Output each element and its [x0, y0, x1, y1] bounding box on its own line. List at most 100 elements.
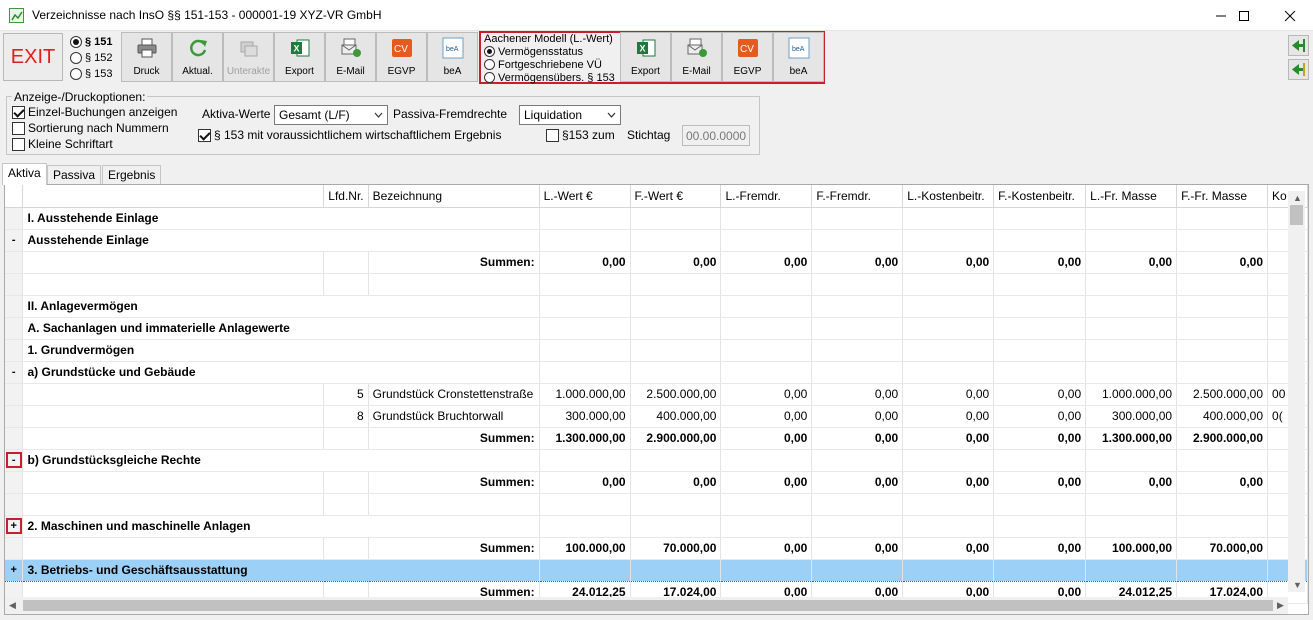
value-cell: 0,00	[902, 471, 995, 494]
nav-back-alt-button[interactable]	[1288, 59, 1309, 80]
header-l-fremdr[interactable]: L.-Fremdr.	[720, 185, 813, 208]
option-153-ergebnis[interactable]: § 153 mit voraussichtlichem wirtschaftli…	[198, 128, 501, 142]
aachen-radio-vermoegensstatus[interactable]: Vermögensstatus	[484, 45, 620, 58]
aktiva-werte-select[interactable]: Gesamt (L/F)	[274, 105, 388, 125]
summary-row[interactable]: Summen: 0,00 0,00 0,00 0,00 0,00 0,00 0,00 0,00	[5, 471, 1308, 494]
collapse-icon[interactable]: -	[6, 233, 22, 249]
email-button[interactable]: E-Mail	[325, 32, 376, 82]
maximize-button[interactable]	[1221, 0, 1267, 31]
close-button[interactable]	[1267, 0, 1313, 31]
value-cell: 0,00	[811, 251, 904, 274]
expander-cell[interactable]: -	[5, 361, 24, 384]
chevron-down-icon	[374, 112, 383, 118]
scroll-left-icon[interactable]: ◀	[9, 600, 16, 611]
value-cell: 400.000,00	[1176, 405, 1269, 428]
exit-button[interactable]: EXIT	[3, 33, 63, 81]
header-l-kostenbeitr[interactable]: L.-Kostenbeitr.	[902, 185, 995, 208]
einzel-checkbox[interactable]	[12, 105, 25, 119]
tab-aktiva[interactable]: Aktiva	[2, 163, 47, 185]
kleine-schrift-checkbox[interactable]	[12, 137, 25, 151]
printer-icon	[137, 38, 157, 58]
expander-cell	[5, 383, 24, 406]
option-153-zum[interactable]: §153 zum	[546, 128, 615, 142]
header-l-wert[interactable]: L.-Wert €	[539, 185, 631, 208]
refresh-button[interactable]: Aktual.	[172, 32, 223, 82]
expander-cell[interactable]: -	[5, 229, 24, 252]
radio-153-indicator[interactable]	[70, 68, 82, 80]
section-row[interactable]: - a) Grundstücke und Gebäude	[5, 361, 1308, 384]
option-kleine-schrift[interactable]: Kleine Schriftart	[12, 137, 113, 151]
passiva-fremdrechte-select[interactable]: Liquidation	[519, 105, 621, 125]
radio-151[interactable]: § 151	[70, 34, 120, 50]
vertical-scrollbar[interactable]: ▲ ▼	[1288, 191, 1305, 592]
aachen-bea-button[interactable]: beA beA	[773, 32, 824, 82]
table-cell	[1176, 515, 1269, 538]
radio-151-indicator[interactable]	[70, 36, 82, 48]
aachen-export-button[interactable]: X Export	[620, 32, 671, 82]
egvp-button[interactable]: CV EGVP	[376, 32, 427, 82]
section-row[interactable]: A. Sachanlagen und immaterielle Anlagewe…	[5, 317, 1308, 340]
scroll-down-icon[interactable]: ▼	[1293, 580, 1302, 590]
radio-153[interactable]: § 153	[70, 66, 120, 82]
header-f-fr-masse[interactable]: F.-Fr. Masse	[1176, 185, 1269, 208]
scroll-up-icon[interactable]: ▲	[1293, 193, 1302, 203]
table-cell	[811, 515, 904, 538]
section-row[interactable]: - b) Grundstücksgleiche Rechte	[5, 449, 1308, 472]
header-f-fremdr[interactable]: F.-Fremdr.	[811, 185, 904, 208]
expander-cell[interactable]: +	[5, 515, 24, 538]
radio-152[interactable]: § 152	[70, 50, 120, 66]
export-button[interactable]: X Export	[274, 32, 325, 82]
table-row[interactable]: 5 Grundstück Cronstettenstraße 1.000.000,0…	[5, 383, 1308, 406]
expander-cell[interactable]: +	[5, 558, 24, 582]
p153-zum-checkbox[interactable]	[546, 128, 559, 142]
collapse-icon[interactable]: -	[5, 452, 22, 468]
aachen-egvp-button[interactable]: CV EGVP	[722, 32, 773, 82]
empty-row[interactable]	[5, 493, 1308, 516]
horizontal-scrollbar[interactable]: ◀ ▶	[5, 597, 1288, 614]
header-lfd-nr[interactable]: Lfd.Nr.	[323, 185, 369, 208]
radio-152-indicator[interactable]	[70, 52, 82, 64]
option-einzel-buchungen[interactable]: Einzel-Buchungen anzeigen	[12, 105, 177, 119]
table-row[interactable]: 8 Grundstück Bruchtorwall 300.000,00 400.00…	[5, 405, 1308, 428]
summary-row[interactable]: Summen: 1.300.000,00 2.900.000,00 0,00 0,00 0…	[5, 427, 1308, 450]
section-row[interactable]: I. Ausstehende Einlage	[5, 207, 1308, 230]
stichtag-input[interactable]: 00.00.0000	[682, 125, 750, 146]
subfile-button[interactable]: Unterakte	[223, 32, 274, 82]
header-l-fr-masse[interactable]: L.-Fr. Masse	[1085, 185, 1178, 208]
nav-back-button[interactable]	[1288, 35, 1309, 56]
print-button[interactable]: Druck	[121, 32, 172, 82]
section-row[interactable]: +3. Betriebs- und Geschäftsausstattung	[5, 558, 1308, 582]
header-f-kostenbeitr[interactable]: F.-Kostenbeitr.	[993, 185, 1087, 208]
empty-row[interactable]	[5, 273, 1308, 296]
section-row[interactable]: +2. Maschinen und maschinelle Anlagen	[5, 515, 1308, 538]
section-row[interactable]: 1. Grundvermögen	[5, 339, 1308, 362]
collapse-icon[interactable]: -	[6, 365, 22, 381]
aachen-radio-indicator[interactable]	[484, 59, 495, 70]
option-sortierung[interactable]: Sortierung nach Nummern	[12, 121, 169, 135]
summary-row[interactable]: Summen: 100.000,00 70.000,00 0,00 0,00 0,00 0,…	[5, 537, 1308, 560]
lfd-nr-cell	[323, 471, 369, 494]
table-cell	[902, 207, 995, 230]
expander-cell[interactable]: -	[5, 449, 24, 472]
expand-icon[interactable]: +	[5, 518, 22, 534]
aachen-radio-indicator[interactable]	[484, 72, 495, 83]
aachen-email-button[interactable]: E-Mail	[671, 32, 722, 82]
header-f-wert[interactable]: F.-Wert €	[630, 185, 722, 208]
aachen-radio-fortgeschrieben[interactable]: Fortgeschriebene VÜ	[484, 58, 620, 71]
section-row[interactable]: II. Anlagevermögen	[5, 295, 1308, 318]
aachen-radio-indicator[interactable]	[484, 46, 495, 57]
scroll-right-icon[interactable]: ▶	[1277, 600, 1284, 611]
value-cell: 2.900.000,00	[630, 427, 722, 450]
p153-ergebnis-checkbox[interactable]	[198, 128, 211, 142]
summary-row[interactable]: Summen: 0,00 0,00 0,00 0,00 0,00 0,00 0,00 0,00	[5, 251, 1308, 274]
horizontal-scroll-thumb[interactable]	[23, 600, 1273, 611]
sortierung-checkbox[interactable]	[12, 121, 25, 135]
bea-button[interactable]: beA beA	[427, 32, 478, 82]
vertical-scroll-thumb[interactable]	[1290, 205, 1303, 225]
aachen-radio-vermoegensuebers[interactable]: Vermögensübers. § 153	[484, 71, 620, 84]
tab-passiva[interactable]: Passiva	[47, 165, 102, 184]
header-bezeichnung[interactable]: Bezeichnung	[368, 185, 540, 208]
tab-ergebnis[interactable]: Ergebnis	[102, 165, 162, 184]
section-row[interactable]: - Ausstehende Einlage	[5, 229, 1308, 252]
expand-icon[interactable]: +	[6, 563, 22, 579]
